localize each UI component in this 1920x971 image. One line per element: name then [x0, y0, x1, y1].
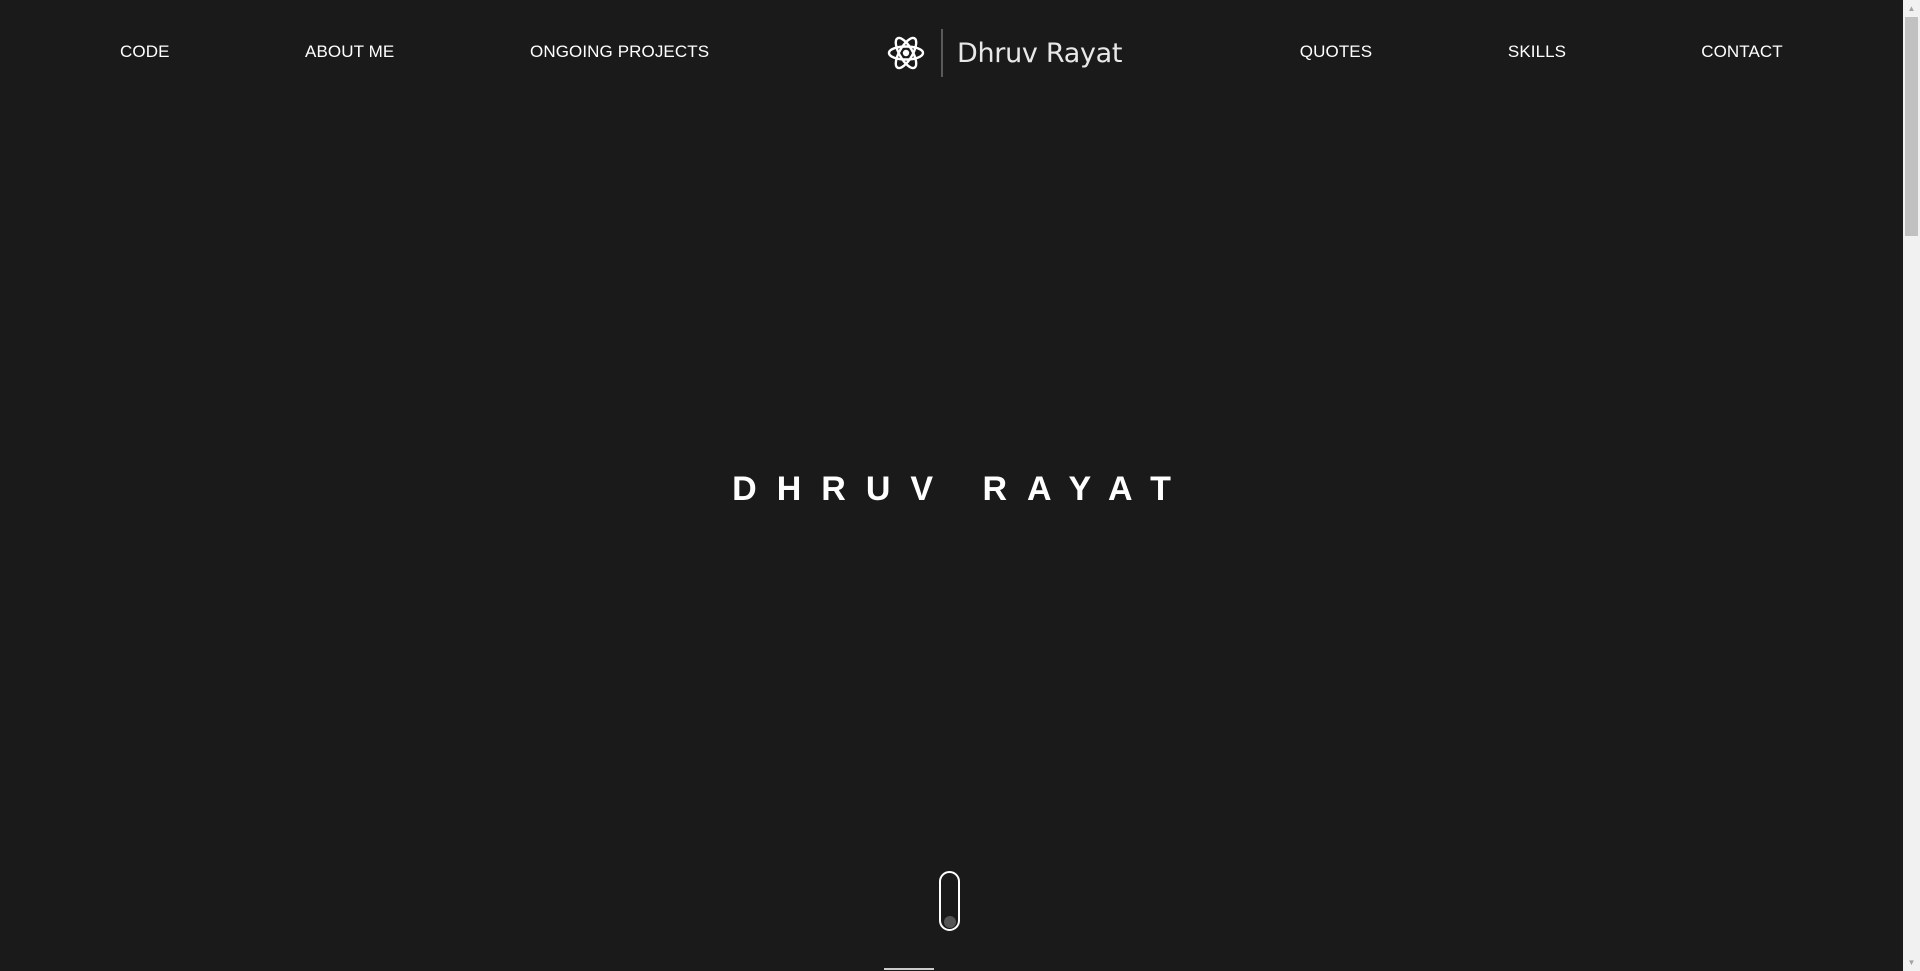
nav-code-link[interactable]: CODE: [120, 42, 170, 62]
page: CODE ABOUT ME ONGOING PROJECTS Dhruv Ray…: [0, 0, 1903, 971]
logo-divider: [941, 29, 943, 77]
top-navigation: CODE ABOUT ME ONGOING PROJECTS Dhruv Ray…: [0, 0, 1903, 106]
hero-title: DHRUV RAYAT: [732, 469, 1191, 508]
nav-ongoing-projects-link[interactable]: ONGOING PROJECTS: [530, 42, 709, 62]
scrollbar-thumb[interactable]: [1905, 17, 1918, 236]
nav-quotes-link[interactable]: QUOTES: [1300, 42, 1372, 62]
scroll-up-arrow-icon[interactable]: ▲: [1903, 0, 1920, 17]
nav-contact-link[interactable]: CONTACT: [1701, 42, 1783, 62]
logo-text: Dhruv Rayat: [957, 37, 1123, 69]
mouse-scroll-icon[interactable]: [939, 871, 960, 931]
site-logo[interactable]: Dhruv Rayat: [886, 28, 1123, 78]
scroll-down-arrow-icon[interactable]: ▼: [1903, 954, 1920, 971]
nav-about-me-link[interactable]: ABOUT ME: [305, 42, 394, 62]
atom-icon: [887, 36, 925, 70]
bottom-edge-mark: [884, 968, 934, 970]
vertical-scrollbar[interactable]: ▲ ▼: [1903, 0, 1920, 971]
nav-skills-link[interactable]: SKILLS: [1508, 42, 1566, 62]
scroll-dot: [943, 916, 956, 928]
